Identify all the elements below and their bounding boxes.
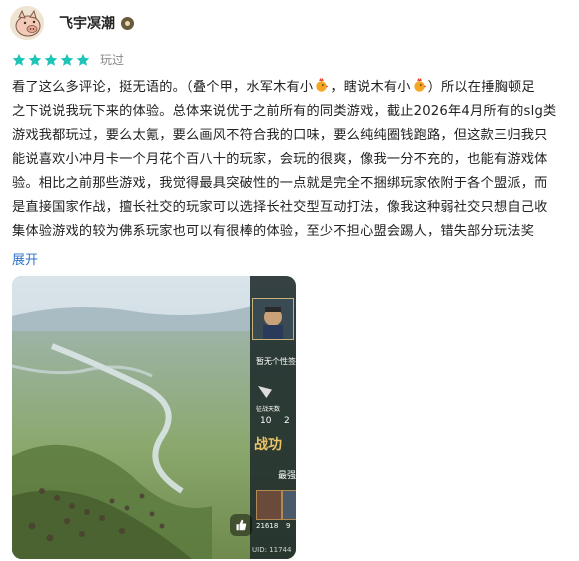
hero-card[interactable]: [282, 490, 296, 520]
hero-portrait[interactable]: [252, 298, 294, 340]
like-button[interactable]: [230, 514, 252, 536]
level-badge-icon: [121, 16, 134, 30]
review-line: 集体验游戏的较为佛系玩家也可以有很棒的体验，至少不担心盟会踢人，错失部分玩法奖: [12, 224, 535, 239]
stat-value: 2: [284, 416, 290, 426]
review-line: 是直接国家作战，擅长社交的玩家可以选择长社交型互动打法，像我这种弱社交只想自己收: [12, 200, 548, 215]
thumbs-up-icon: [236, 519, 247, 531]
review-text-segment: ，瞎说木有小: [330, 80, 411, 95]
review-text: 看了这么多评论，挺无语的。（叠个甲，水军木有小 ，瞎说木有小 ）所以在捶胸顿足 之下…: [12, 76, 574, 244]
review-line: 看了这么多评论，挺无语的。（叠个甲，水军木有小 ，瞎说木有小 ）所以在捶胸顿足: [12, 76, 574, 100]
star-icon: [28, 53, 42, 66]
campaign-days-label: 征战天数: [256, 406, 281, 413]
pig-avatar-icon: [10, 6, 44, 40]
star-icon: [60, 53, 74, 66]
uid-label: UID: 11744: [252, 546, 292, 554]
signature-text: 暂无个性签: [256, 357, 296, 366]
expand-link[interactable]: 展开: [12, 249, 38, 268]
count-value: 9: [286, 522, 291, 530]
review-text-segment: ）所以在捶胸顿足: [427, 80, 535, 95]
review-text-segment: 看了这么多评论，挺无语的。（叠个甲，水军木有小: [12, 80, 314, 95]
battle-merit-title: 战功: [254, 437, 282, 453]
played-label: 玩过: [100, 53, 125, 67]
user-avatar[interactable]: [10, 6, 44, 40]
power-value: 21618: [256, 522, 279, 530]
star-rating: 玩过: [12, 51, 124, 68]
review-line: 游戏我都玩过，要么太氪，要么画风不符合我的口味，要么纯纯圈钱跑路，但这款三归我只: [12, 128, 548, 143]
star-icon: [44, 53, 58, 66]
review-line: 之下说说我玩下来的体验。总体来说优于之前所有的同类游戏，截止2026年4月所有的…: [12, 104, 557, 119]
hero-portrait-icon: [263, 307, 283, 339]
strongest-label: 最强: [278, 471, 296, 481]
review-line: 验。相比之前那些游戏，我觉得最具突破性的一点就是完全不捆绑玩家依附于各个盟派，而: [12, 176, 548, 191]
chicken-emoji-icon: [413, 78, 427, 92]
username[interactable]: 飞宇凕潮: [59, 13, 115, 33]
star-icon: [12, 53, 26, 66]
star-icon: [76, 53, 90, 66]
chicken-emoji-icon: [316, 78, 329, 92]
hero-card[interactable]: [256, 490, 282, 520]
review-screenshot[interactable]: 暂无个性签 征战天数 10 2 战功 最强 21618 9 UID: 11744: [12, 276, 296, 559]
review-card: 飞宇凕潮 玩过 看了这么多评论，挺无语的。（叠个甲，水军木有小 ，瞎说木有小 ）所以…: [0, 0, 579, 561]
review-line: 能说喜欢小冲月卡一个月花个百八十的玩家，会玩的很爽，像我一分不充的，也能有游戏体: [12, 152, 548, 167]
review-header: 飞宇凕潮: [10, 6, 134, 40]
stat-value: 10: [260, 416, 272, 426]
